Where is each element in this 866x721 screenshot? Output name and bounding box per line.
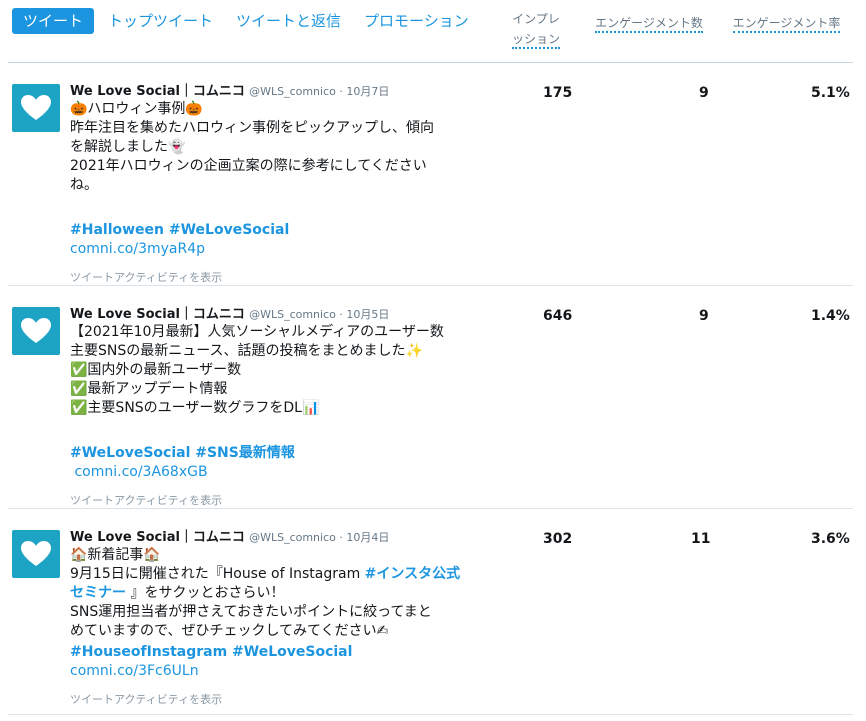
tweet-line: セミナー 』をサクッとおさらい！ [70, 584, 470, 603]
engagement-rate-value: 5.1% [811, 85, 850, 101]
avatar[interactable] [12, 84, 60, 132]
heart-speech-bubble-icon [21, 95, 51, 120]
tweet-handle-date: @WLS_comnico · 10月5日 [249, 308, 390, 321]
tweet-text: 』をサクッとおさらい！ [126, 585, 285, 601]
tweet-line: 【2021年10月最新】人気ソーシャルメディアのユーザー数 [70, 324, 444, 340]
tweet-line: ね。 [70, 177, 98, 193]
tweet-header: We Love Social｜コムニコ @WLS_comnico · 10月7日 [70, 83, 470, 100]
tweet-hashtags[interactable]: #WeLoveSocial #SNS最新情報 [70, 444, 470, 463]
tab-tweets[interactable]: ツイート [12, 8, 95, 34]
tweet-hashtags[interactable]: #HouseofInstagram #WeLoveSocial [70, 643, 470, 662]
engagement-rate-value: 1.4% [811, 308, 850, 324]
tab-tweets-and-replies[interactable]: ツイートと返信 [236, 8, 341, 34]
tweet-header: We Love Social｜コムニコ @WLS_comnico · 10月4日 [70, 529, 470, 546]
impressions-value: 646 [543, 308, 573, 324]
column-header-impressions-line2: ッション [511, 32, 560, 49]
engagements-value: 9 [699, 85, 709, 101]
heart-speech-bubble-icon [21, 541, 51, 566]
tweet-line: 2021年ハロウィンの企画立案の際に参考にしてください [70, 158, 427, 174]
tweet-line: 昨年注目を集めたハロウィン事例をピックアップし、傾向 [70, 120, 434, 136]
inline-hashtag-continuation[interactable]: セミナー [70, 585, 126, 601]
tweet-line: 🏠新着記事🏠 [70, 547, 161, 563]
column-header-impressions[interactable]: インプレ ッション [507, 9, 565, 49]
header-divider [8, 62, 853, 63]
engagements-value: 11 [691, 531, 711, 547]
tweet-line: ✅最新アップデート情報 [70, 381, 228, 397]
tweet-line: 🎃ハロウィン事例🎃 [70, 101, 203, 117]
impressions-value: 175 [543, 85, 573, 101]
engagement-rate-value: 3.6% [811, 531, 850, 547]
column-header-engagement-rate[interactable]: エンゲージメント率 [729, 13, 844, 33]
tweet-content: We Love Social｜コムニコ @WLS_comnico · 10月4日… [70, 529, 470, 709]
tweet-line: 主要SNSの最新ニュース、話題の投稿をまとめました✨ [70, 343, 423, 359]
author-name[interactable]: We Love Social｜コムニコ [70, 530, 245, 545]
author-name[interactable]: We Love Social｜コムニコ [70, 307, 245, 322]
avatar[interactable] [12, 530, 60, 578]
tweet-handle-date: @WLS_comnico · 10月7日 [249, 85, 390, 98]
row-divider [8, 508, 853, 509]
tweet-text: 9月15日に開催された『House of Instagram [70, 566, 365, 582]
inline-hashtag[interactable]: #インスタ公式 [365, 566, 460, 582]
tweet-line: 9月15日に開催された『House of Instagram #インスタ公式 [70, 565, 470, 584]
tweet-line: めていますので、ぜひチェックしてみてください✍ [70, 623, 389, 639]
tweet-line: ✅国内外の最新ユーザー数 [70, 362, 242, 378]
tweet-line: を解説しました👻 [70, 139, 186, 155]
tweet-line: SNS運用担当者が押さえておきたいポイントに絞ってまと [70, 604, 432, 620]
tweet-content: We Love Social｜コムニコ @WLS_comnico · 10月7日… [70, 83, 470, 287]
impressions-value: 302 [543, 531, 573, 547]
tweet-link[interactable]: comni.co/3Fc6ULn [70, 662, 470, 681]
tweet-content: We Love Social｜コムニコ @WLS_comnico · 10月5日… [70, 306, 470, 510]
row-divider [8, 714, 853, 715]
avatar[interactable] [12, 307, 60, 355]
tweet-link[interactable]: comni.co/3A68xGB [70, 463, 470, 482]
column-header-engagements-label: エンゲージメント数 [595, 16, 703, 33]
engagements-value: 9 [699, 308, 709, 324]
tab-top-tweets[interactable]: トップツイート [108, 8, 213, 34]
column-header-impressions-line1: インプレ [512, 12, 560, 26]
tab-promotions[interactable]: プロモーション [364, 8, 469, 34]
column-header-engagements[interactable]: エンゲージメント数 [588, 13, 710, 33]
heart-speech-bubble-icon [21, 318, 51, 343]
column-header-engagement-rate-label: エンゲージメント率 [732, 16, 841, 33]
view-tweet-activity-link[interactable]: ツイートアクティビティを表示 [70, 690, 470, 709]
tab-bar: ツイート トップツイート ツイートと返信 プロモーション [12, 8, 492, 34]
author-name[interactable]: We Love Social｜コムニコ [70, 84, 245, 99]
tweet-link[interactable]: comni.co/3myaR4p [70, 240, 470, 259]
tweet-header: We Love Social｜コムニコ @WLS_comnico · 10月5日 [70, 306, 470, 323]
tweet-handle-date: @WLS_comnico · 10月4日 [249, 531, 390, 544]
tweet-hashtags[interactable]: #Halloween #WeLoveSocial [70, 221, 470, 240]
tweet-line: ✅主要SNSのユーザー数グラフをDL📊 [70, 400, 320, 416]
row-divider [8, 285, 853, 286]
